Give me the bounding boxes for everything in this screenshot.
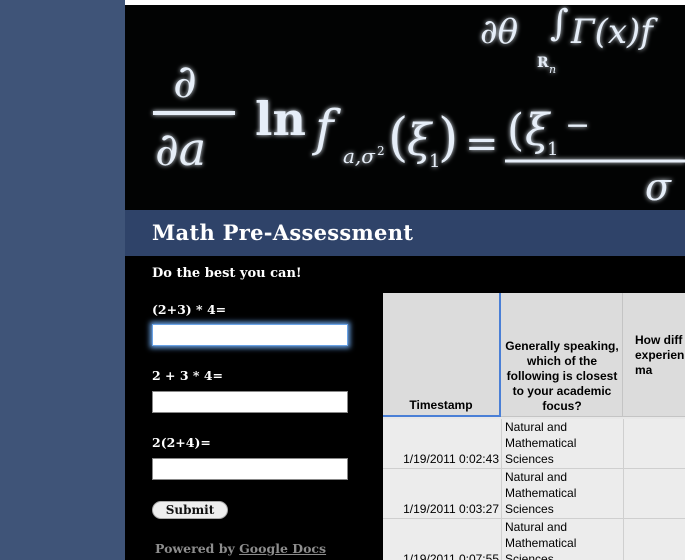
table-row[interactable]: 1/19/2011 0:02:43 Natural and Mathematic… <box>383 419 685 469</box>
equation-graphic: ∂θ ∫ Γ(x)f R n ∂ ∂a ln f a,σ 2 ( ξ 1 ) =… <box>153 5 685 209</box>
svg-text:f: f <box>311 99 341 157</box>
svg-text:ln: ln <box>255 92 306 146</box>
form-subtitle: Do the best you can! <box>152 266 302 281</box>
cell-divider <box>501 469 502 519</box>
svg-text:−: − <box>565 108 590 143</box>
column-header-difficulty-label: How diff you fin experien scienc ma <box>635 333 685 377</box>
powered-by-text: Powered by <box>155 541 240 556</box>
cell-divider <box>623 469 624 519</box>
svg-text:(: ( <box>388 108 408 168</box>
answer-input-3[interactable] <box>152 458 348 480</box>
form-title: Math Pre-Assessment <box>152 220 414 245</box>
svg-text:Γ(x)f: Γ(x)f <box>570 12 658 52</box>
focus-cell: Natural and Mathematical Sciences <box>505 470 577 516</box>
answer-input-1[interactable] <box>152 324 348 346</box>
timestamp-cell: 1/19/2011 0:07:55 <box>403 552 499 560</box>
svg-text:a,σ: a,σ <box>343 144 376 168</box>
svg-text:(: ( <box>507 105 524 156</box>
question-label-1: (2+3) * 4= <box>152 302 227 317</box>
svg-text:σ: σ <box>645 165 672 209</box>
google-docs-link[interactable]: Google Docs <box>239 541 326 556</box>
focus-cell: Natural and Mathematical Sciences <box>505 520 577 560</box>
question-label-2: 2 + 3 * 4= <box>152 368 223 383</box>
svg-text:n: n <box>549 63 556 76</box>
focus-cell: Natural and Mathematical Sciences <box>505 420 577 466</box>
svg-text:∂a: ∂a <box>155 122 206 176</box>
answer-input-2[interactable] <box>152 391 348 413</box>
timestamp-cell: 1/19/2011 0:03:27 <box>403 502 499 516</box>
column-header-academic-focus-label: Generally speaking, which of the followi… <box>505 339 619 413</box>
timestamp-cell: 1/19/2011 0:02:43 <box>403 452 499 466</box>
column-header-timestamp-label: Timestamp <box>409 398 473 412</box>
svg-text:∂: ∂ <box>173 54 197 108</box>
svg-text:∂θ: ∂θ <box>480 12 518 52</box>
left-sidebar <box>0 0 125 560</box>
column-header-academic-focus[interactable]: Generally speaking, which of the followi… <box>501 293 623 417</box>
math-banner-image: ∂θ ∫ Γ(x)f R n ∂ ∂a ln f a,σ 2 ( ξ 1 ) =… <box>125 5 685 210</box>
cell-divider <box>623 519 624 560</box>
submit-button[interactable]: Submit <box>152 501 228 519</box>
svg-text:2: 2 <box>377 144 385 158</box>
column-header-difficulty[interactable]: How diff you fin experien scienc ma <box>623 293 685 417</box>
form-title-bar: Math Pre-Assessment <box>125 210 685 256</box>
cell-divider <box>623 419 624 469</box>
cell-divider <box>501 519 502 560</box>
svg-text:1: 1 <box>547 139 558 160</box>
svg-text:∫: ∫ <box>550 5 569 44</box>
svg-text:): ) <box>438 108 458 168</box>
table-row[interactable]: 1/19/2011 0:03:27 Natural and Mathematic… <box>383 469 685 519</box>
svg-text:=: = <box>465 121 499 167</box>
svg-text:R: R <box>537 55 549 71</box>
table-row[interactable]: 1/19/2011 0:07:55 Natural and Mathematic… <box>383 519 685 560</box>
responses-spreadsheet: Timestamp Generally speaking, which of t… <box>383 293 685 560</box>
question-label-3: 2(2+4)= <box>152 435 211 450</box>
column-header-timestamp[interactable]: Timestamp <box>383 293 501 417</box>
cell-divider <box>501 419 502 469</box>
powered-by-footer: Powered by Google Docs <box>155 541 326 556</box>
